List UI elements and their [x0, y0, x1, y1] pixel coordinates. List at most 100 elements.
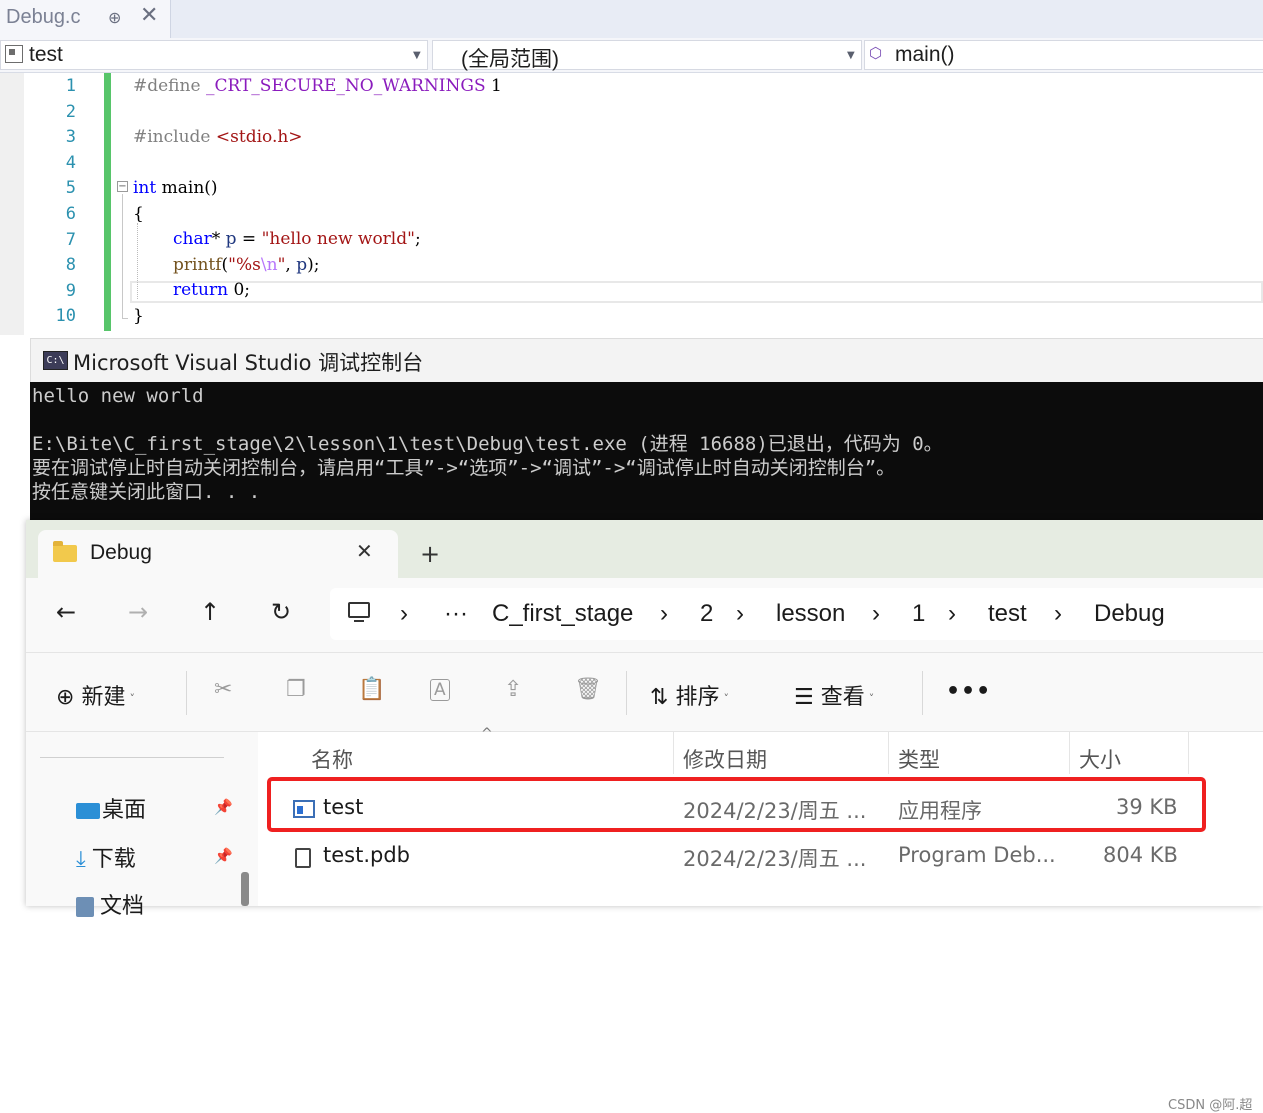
member-dropdown[interactable]: ⬡ main() — [864, 40, 1263, 70]
pin-icon[interactable]: 📌 — [214, 847, 233, 865]
console-line: hello new world — [32, 385, 204, 407]
pin-icon[interactable]: 📌 — [214, 798, 233, 816]
breadcrumb-item[interactable]: 2 — [700, 600, 713, 628]
console-line: 按任意键关闭此窗口. . . — [32, 481, 261, 503]
line-number: 5 — [65, 178, 76, 199]
back-button[interactable]: ← — [56, 598, 76, 626]
share-icon[interactable]: ⇪ — [504, 677, 522, 702]
code-line-6: { — [133, 204, 144, 224]
change-indicator-bar — [104, 73, 111, 331]
pin-icon[interactable]: ⊕ — [108, 8, 121, 27]
close-icon[interactable]: ✕ — [140, 3, 158, 28]
view-button[interactable]: ☰ 查看 ˅ — [794, 679, 874, 711]
sidebar-item-desktop[interactable]: 桌面 — [76, 792, 146, 824]
new-button[interactable]: ⊕ 新建 ˅ — [56, 679, 135, 711]
file-size: 39 KB — [1116, 795, 1178, 819]
console-app-icon: C:\ — [43, 351, 68, 370]
new-tab-button[interactable]: + — [420, 540, 440, 568]
collapse-icon[interactable]: − — [117, 181, 128, 192]
refresh-button[interactable]: ↻ — [271, 598, 291, 626]
download-icon: ⤓ — [76, 847, 86, 872]
console-output[interactable]: hello new world E:\Bite\C_first_stage\2\… — [30, 382, 1263, 522]
breadcrumb-item[interactable]: Debug — [1094, 600, 1165, 628]
up-button[interactable]: ↑ — [200, 598, 220, 626]
code-editor[interactable]: 1 2 3 4 5 6 7 8 9 10 − #define _CRT_SECURE_NO_WAR… — [0, 73, 1263, 335]
current-line-highlight — [130, 281, 1263, 303]
breadcrumb-item[interactable]: lesson — [776, 600, 845, 628]
code-line-1: #define _CRT_SECURE_NO_WARNINGS 1 — [133, 76, 502, 96]
line-number: 9 — [65, 280, 76, 301]
navigation-bar: test ▼ (全局范围) ▼ ⬡ main() — [0, 38, 1263, 73]
copy-icon[interactable]: ❐ — [286, 677, 306, 702]
toolbar-divider — [626, 671, 627, 715]
breadcrumb-item[interactable]: test — [988, 600, 1027, 628]
column-header-name[interactable]: 名称 — [311, 744, 353, 774]
command-bar: ⊕ 新建 ˅ ✂ ❐ 📋 A ⇪ 🗑 ⇅ 排序 ˅ ☰ 查看 ˅ ••• — [26, 652, 1263, 732]
console-line: 要在调试停止时自动关闭控制台，请启用“工具”->“选项”->“调试”->“调试停… — [32, 457, 896, 479]
breadcrumb-separator: › — [736, 600, 744, 627]
project-icon — [5, 45, 23, 63]
watermark-text: CSDN @阿.超 — [1168, 1098, 1253, 1113]
chevron-down-icon: ˅ — [868, 691, 875, 705]
file-name[interactable]: test — [323, 795, 363, 819]
chevron-down-icon: ˅ — [723, 691, 729, 705]
breadcrumb-overflow[interactable]: ··· — [444, 600, 468, 628]
line-number: 4 — [65, 152, 76, 173]
sidebar-scrollbar[interactable] — [241, 872, 249, 906]
explorer-content: 桌面 📌 ⤓ 下载 📌 文档 ^ 名称 修改日期 类型 大小 test 2024/… — [26, 726, 1263, 1113]
console-title: Microsoft Visual Studio 调试控制台 — [73, 351, 424, 375]
computer-icon[interactable] — [348, 602, 370, 622]
column-divider[interactable] — [888, 732, 889, 774]
view-icon: ☰ — [794, 685, 814, 710]
scope-dropdown[interactable]: (全局范围) ▼ — [432, 40, 862, 71]
project-dropdown[interactable]: test ▼ — [0, 40, 428, 70]
column-header-modified[interactable]: 修改日期 — [683, 744, 767, 774]
column-divider[interactable] — [1069, 732, 1070, 774]
column-divider[interactable] — [673, 732, 674, 774]
fold-guide-end — [122, 318, 128, 319]
explorer-nav-bar: ← → ↑ ↻ › ··· C_first_stage › 2 › lesson… — [26, 578, 1263, 652]
tab-title: Debug.c — [6, 6, 81, 28]
tab-debug-c[interactable]: Debug.c ⊕ ✕ — [0, 0, 171, 38]
forward-button[interactable]: → — [128, 598, 148, 626]
column-header-type[interactable]: 类型 — [898, 744, 940, 774]
code-line-3: #include <stdio.h> — [133, 127, 303, 147]
scope-name: (全局范围) — [461, 48, 559, 71]
close-icon[interactable]: ✕ — [356, 539, 373, 563]
rename-icon[interactable]: A — [430, 679, 450, 701]
plus-circle-icon: ⊕ — [56, 685, 75, 710]
tab-debug[interactable]: Debug ✕ — [38, 530, 398, 578]
sort-ascending-icon: ^ — [481, 726, 493, 742]
sidebar-item-documents[interactable]: 文档 — [76, 888, 144, 920]
line-number: 10 — [55, 306, 76, 327]
file-type: Program Deb... — [898, 843, 1056, 867]
line-number: 6 — [65, 204, 76, 224]
editor-margin — [0, 73, 24, 335]
navigation-pane: 桌面 📌 ⤓ 下载 📌 文档 — [26, 732, 258, 919]
line-number: 2 — [65, 101, 76, 122]
line-number: 7 — [65, 229, 76, 250]
more-options-icon[interactable]: ••• — [946, 679, 991, 704]
chevron-down-icon: ˅ — [129, 691, 135, 705]
code-line-9: return 0; — [173, 280, 250, 300]
code-line-7: char* p = "hello new world"; — [173, 229, 421, 249]
address-breadcrumb[interactable]: › ··· C_first_stage › 2 › lesson › 1 › t… — [330, 588, 1263, 640]
file-explorer-window: Debug ✕ + ← → ↑ ↻ › ··· C_first_stage › … — [26, 520, 1263, 1113]
breadcrumb-item[interactable]: C_first_stage — [492, 600, 633, 628]
chevron-down-icon: ▼ — [847, 50, 855, 61]
chevron-down-icon: ▼ — [413, 50, 421, 61]
breadcrumb-separator: › — [400, 600, 408, 627]
console-title-bar[interactable]: C:\ Microsoft Visual Studio 调试控制台 — [30, 338, 1263, 383]
breadcrumb-item[interactable]: 1 — [912, 600, 925, 628]
column-header-size[interactable]: 大小 — [1079, 744, 1121, 774]
sort-button[interactable]: ⇅ 排序 ˅ — [650, 679, 729, 711]
file-icon — [295, 848, 311, 868]
delete-icon[interactable]: 🗑 — [574, 677, 602, 702]
column-divider[interactable] — [1188, 732, 1189, 774]
fold-guide — [122, 194, 123, 318]
paste-icon[interactable]: 📋 — [358, 677, 385, 702]
cut-icon[interactable]: ✂ — [214, 677, 232, 702]
sort-icon: ⇅ — [650, 685, 669, 710]
file-name[interactable]: test.pdb — [323, 843, 410, 867]
sidebar-item-downloads[interactable]: ⤓ 下载 — [76, 841, 136, 873]
